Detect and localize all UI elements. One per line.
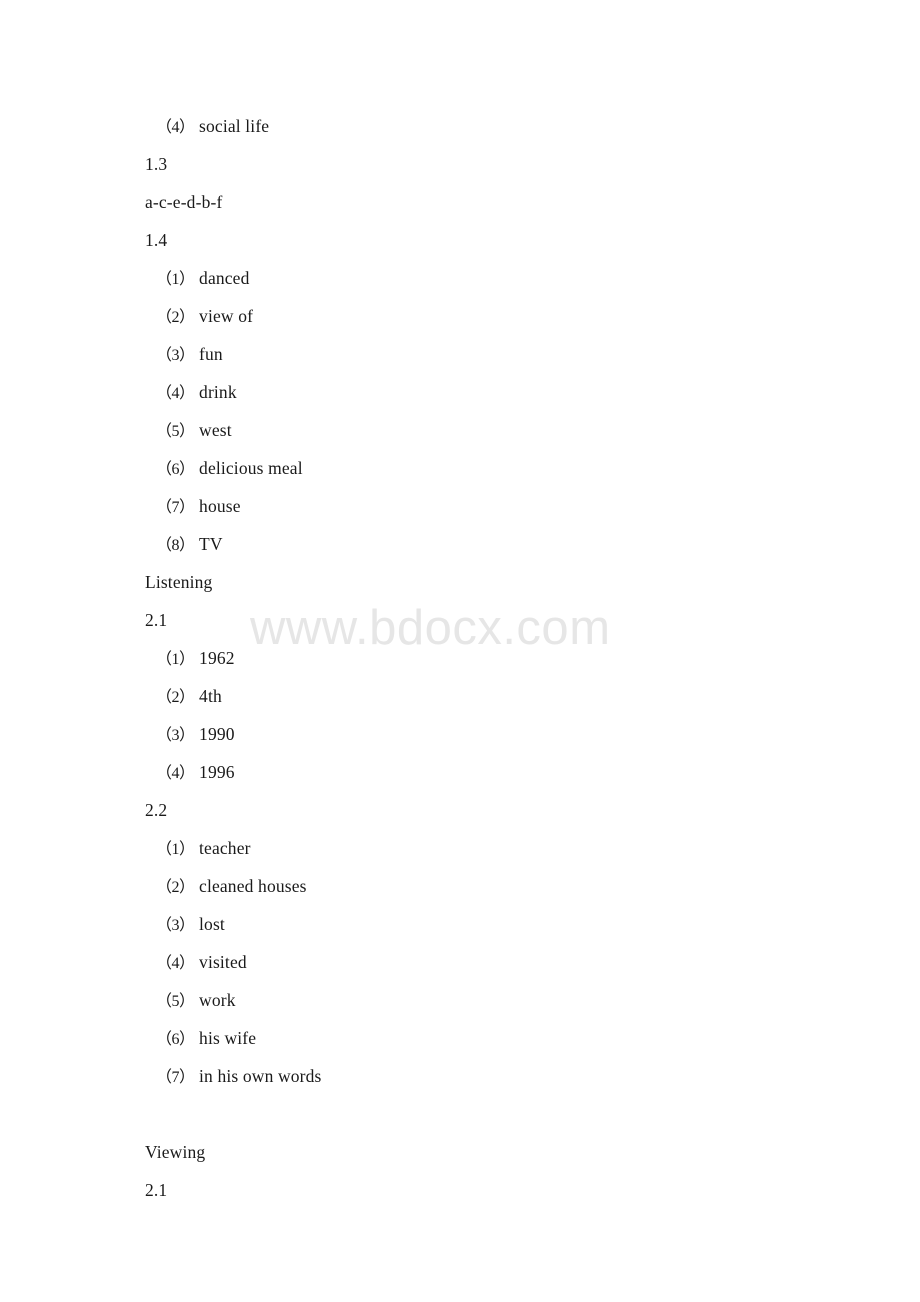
numbered-answer-line: （2） cleaned houses — [0, 867, 920, 905]
line-text: house — [199, 496, 241, 516]
line-text: 4th — [199, 686, 222, 706]
numbered-answer-line: （7） house — [0, 487, 920, 525]
numbered-answer-line: （4） social life — [0, 107, 920, 145]
line-text: delicious meal — [199, 458, 303, 478]
item-number: （6） — [156, 1031, 195, 1048]
item-number: （8） — [156, 537, 195, 554]
item-number: （6） — [156, 461, 195, 478]
item-number: （4） — [156, 765, 195, 782]
document-text-body: （4） social life 1.3 a-c-e-d-b-f 1.4 （1） danc… — [0, 0, 920, 1209]
item-number: （4） — [156, 119, 195, 136]
section-line: 2.2 — [0, 791, 920, 829]
numbered-answer-line: （3） lost — [0, 905, 920, 943]
line-text: Viewing — [145, 1142, 206, 1162]
line-text: 2.1 — [145, 1180, 168, 1200]
line-text: his wife — [199, 1028, 257, 1048]
item-number: （5） — [156, 993, 195, 1010]
numbered-answer-line: （1） 1962 — [0, 639, 920, 677]
section-line: 2.1 — [0, 601, 920, 639]
numbered-answer-line: （6） his wife — [0, 1019, 920, 1057]
line-text: 1990 — [199, 724, 235, 744]
line-text: a-c-e-d-b-f — [145, 192, 223, 212]
line-text: 1962 — [199, 648, 235, 668]
line-text: 1.3 — [145, 154, 168, 174]
numbered-answer-line: （3） 1990 — [0, 715, 920, 753]
numbered-answer-line: （4） visited — [0, 943, 920, 981]
item-number: （3） — [156, 727, 195, 744]
numbered-answer-line: （2） 4th — [0, 677, 920, 715]
item-number: （4） — [156, 955, 195, 972]
numbered-answer-line: （2） view of — [0, 297, 920, 335]
numbered-answer-line: （1） danced — [0, 259, 920, 297]
section-line: Listening — [0, 563, 920, 601]
line-text: in his own words — [199, 1066, 322, 1086]
line-text: west — [199, 420, 232, 440]
line-text: danced — [199, 268, 250, 288]
numbered-answer-line: （4） drink — [0, 373, 920, 411]
document-page: www.bdocx.com （4） social life 1.3 a-c-e-d-… — [0, 0, 920, 1302]
numbered-answer-line: （6） delicious meal — [0, 449, 920, 487]
line-text: Listening — [145, 572, 213, 592]
line-text: fun — [199, 344, 223, 364]
numbered-answer-line: （1） teacher — [0, 829, 920, 867]
line-text: cleaned houses — [199, 876, 307, 896]
item-number: （2） — [156, 309, 195, 326]
item-number: （2） — [156, 689, 195, 706]
line-text: visited — [199, 952, 247, 972]
numbered-answer-line: （4） 1996 — [0, 753, 920, 791]
line-text: work — [199, 990, 236, 1010]
item-number: （1） — [156, 271, 195, 288]
line-text: view of — [199, 306, 254, 326]
numbered-answer-line: （8） TV — [0, 525, 920, 563]
item-number: （1） — [156, 841, 195, 858]
line-text: TV — [199, 534, 223, 554]
item-number: （3） — [156, 347, 195, 364]
item-number: （1） — [156, 651, 195, 668]
section-line: 1.4 — [0, 221, 920, 259]
item-number: （5） — [156, 423, 195, 440]
line-text: lost — [199, 914, 225, 934]
numbered-answer-line: （5） west — [0, 411, 920, 449]
line-text: teacher — [199, 838, 251, 858]
item-number: （7） — [156, 499, 195, 516]
numbered-answer-line: （3） fun — [0, 335, 920, 373]
item-number: （2） — [156, 879, 195, 896]
section-line: 1.3 — [0, 145, 920, 183]
line-text: drink — [199, 382, 237, 402]
section-line: 2.1 — [0, 1171, 920, 1209]
line-text: 2.2 — [145, 800, 168, 820]
item-number: （3） — [156, 917, 195, 934]
section-line: Viewing — [0, 1133, 920, 1171]
item-number: （7） — [156, 1069, 195, 1086]
item-number: （4） — [156, 385, 195, 402]
line-text: 2.1 — [145, 610, 168, 630]
line-text: social life — [199, 116, 270, 136]
numbered-answer-line: （5） work — [0, 981, 920, 1019]
section-line: a-c-e-d-b-f — [0, 183, 920, 221]
line-text: 1.4 — [145, 230, 168, 250]
line-text: 1996 — [199, 762, 235, 782]
numbered-answer-line: （7） in his own words — [0, 1057, 920, 1095]
